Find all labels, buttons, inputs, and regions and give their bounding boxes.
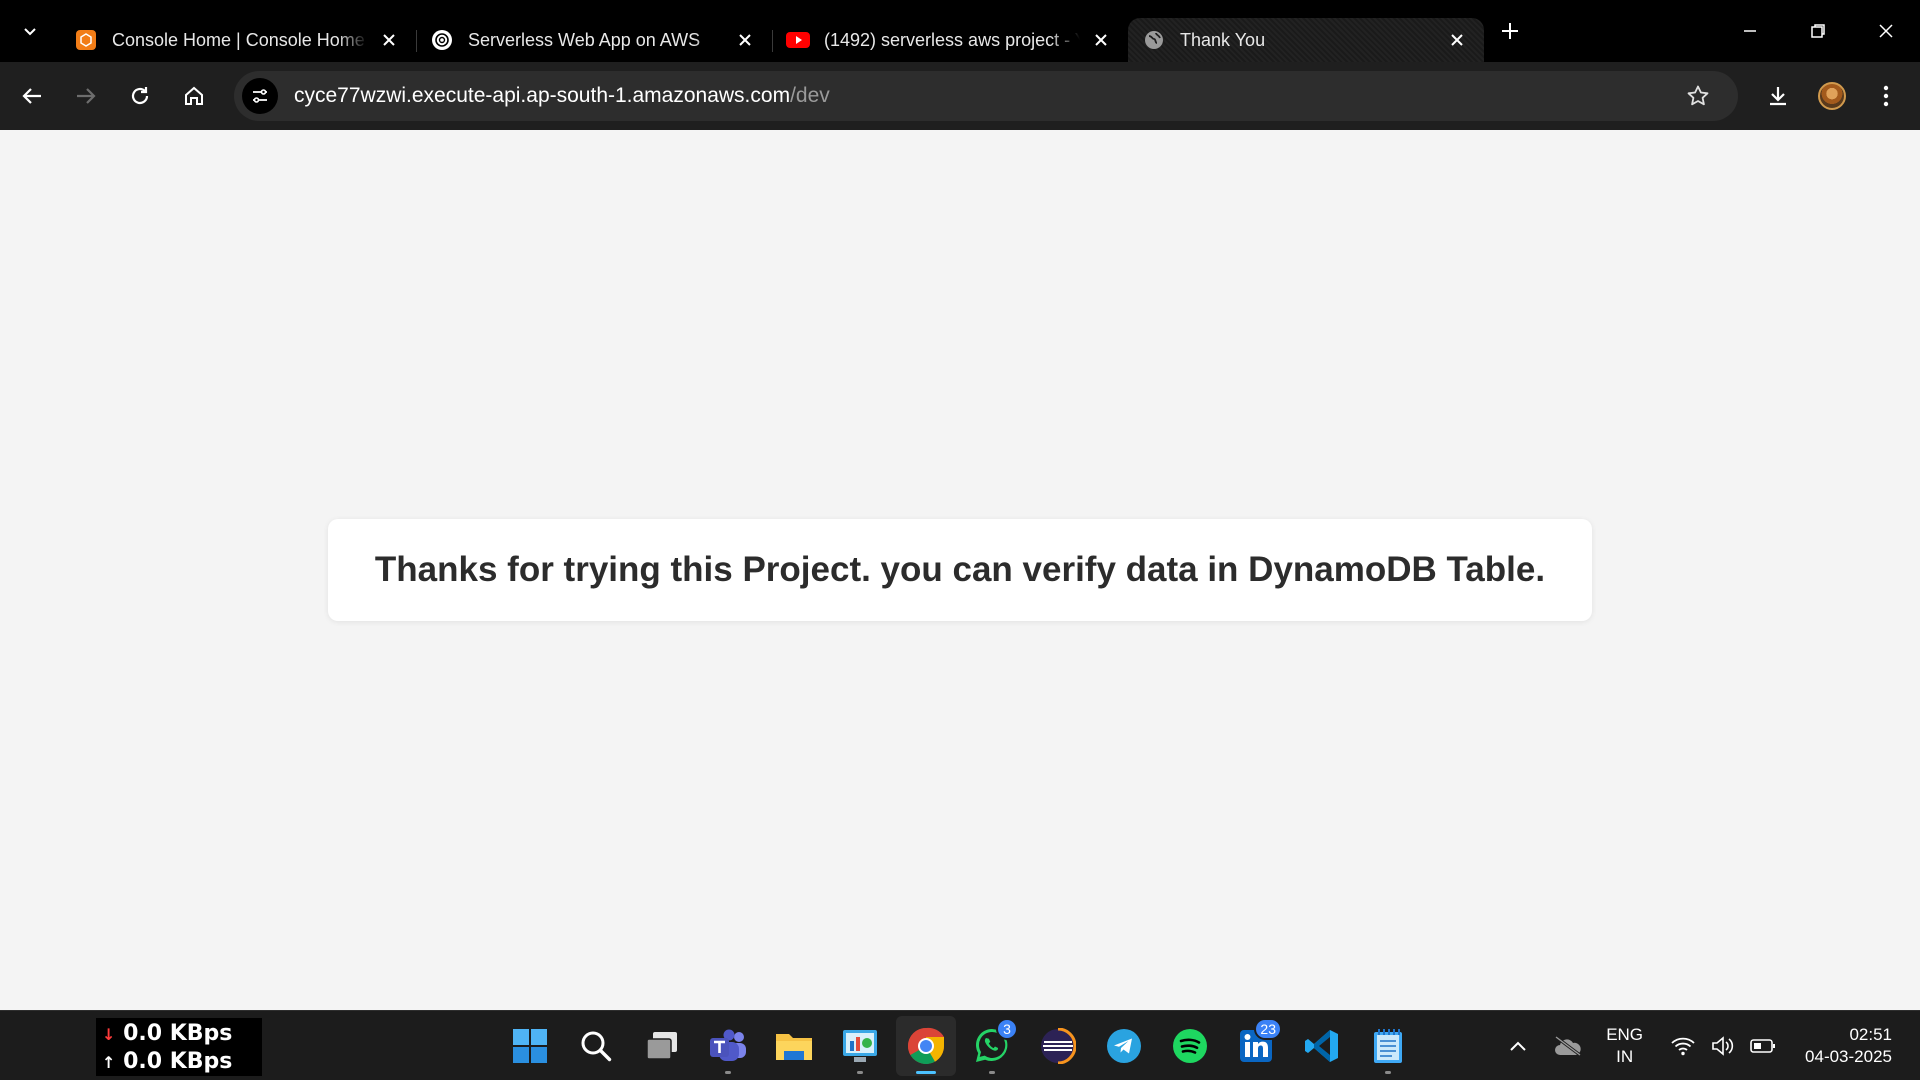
input-language-indicator[interactable]: ENG IN: [1606, 1024, 1643, 1068]
telegram-icon: [1107, 1029, 1141, 1063]
bookmark-star-icon[interactable]: [1684, 82, 1712, 110]
volume-icon[interactable]: [1705, 1028, 1741, 1064]
thank-you-message: Thanks for trying this Project. you can …: [374, 550, 1546, 589]
toolbar-right-actions: [1756, 62, 1920, 130]
notepad-app[interactable]: [1358, 1016, 1418, 1076]
search-button[interactable]: [566, 1016, 626, 1076]
spotify-app[interactable]: [1160, 1016, 1220, 1076]
control-panel-icon: [843, 1030, 877, 1062]
whatsapp-app[interactable]: 3: [962, 1016, 1022, 1076]
tab-close-icon[interactable]: [376, 27, 402, 53]
url-text[interactable]: cyce77wzwi.execute-api.ap-south-1.amazon…: [294, 84, 830, 108]
taskbar-apps: 3 23: [500, 1011, 1424, 1080]
new-tab-plus-icon[interactable]: [1492, 13, 1528, 49]
download-speed: ↓ 0.0 KBps: [102, 1020, 256, 1048]
window-controls: [1716, 0, 1920, 62]
vscode-icon: [1305, 1030, 1338, 1062]
running-indicator: [916, 1071, 936, 1074]
tab-title: Thank You: [1180, 29, 1266, 50]
kebab-menu-icon[interactable]: [1864, 74, 1908, 118]
tab-title: Console Home | Console Home: [112, 29, 365, 50]
browser-toolbar: cyce77wzwi.execute-api.ap-south-1.amazon…: [0, 62, 1920, 130]
upload-speed-value: 0.0 KBps: [123, 1049, 233, 1074]
task-view-icon: [646, 1032, 677, 1060]
url-path: /dev: [790, 84, 830, 107]
page-viewport: Thanks for trying this Project. you can …: [0, 130, 1920, 1010]
clock-date: 04-03-2025: [1805, 1047, 1892, 1066]
aws-console-icon: [74, 28, 98, 52]
system-tray: ENG IN 02:51 04-03-2025: [1498, 1011, 1920, 1080]
thank-you-card: Thanks for trying this Project. you can …: [328, 519, 1592, 621]
teams-icon: [710, 1029, 746, 1061]
network-speed-monitor: ↓ 0.0 KBps ↑ 0.0 KBps: [96, 1018, 262, 1076]
windows-taskbar: ↓ 0.0 KBps ↑ 0.0 KBps 3 23 ENG IN 02:51 …: [0, 1010, 1920, 1080]
reload-icon[interactable]: [120, 76, 160, 116]
battery-icon[interactable]: [1745, 1028, 1781, 1064]
youtube-icon: [786, 28, 810, 52]
clock-time: 02:51: [1849, 1025, 1892, 1044]
tab-search-chevron-icon[interactable]: [12, 13, 48, 49]
chrome-app[interactable]: [896, 1016, 956, 1076]
url-host: cyce77wzwi.execute-api.ap-south-1.amazon…: [294, 84, 791, 107]
upload-speed: ↑ 0.0 KBps: [102, 1048, 256, 1076]
tab-title: Serverless Web App on AWS: [468, 29, 701, 50]
running-indicator: [989, 1071, 995, 1074]
tab-console-home[interactable]: Console Home | Console Home: [60, 18, 417, 62]
region-code: IN: [1616, 1047, 1634, 1066]
linkedin-app[interactable]: 23: [1226, 1016, 1286, 1076]
tab-close-icon[interactable]: [1088, 27, 1114, 53]
profile-avatar[interactable]: [1810, 74, 1854, 118]
spotify-icon: [1173, 1029, 1207, 1063]
tab-title: (1492) serverless aws project - YouTube: [824, 29, 1080, 50]
eclipse-icon: [1041, 1028, 1076, 1064]
address-bar[interactable]: cyce77wzwi.execute-api.ap-south-1.amazon…: [234, 71, 1738, 121]
search-icon: [581, 1031, 612, 1062]
control-panel-app[interactable]: [830, 1016, 890, 1076]
forward-arrow-icon[interactable]: [66, 76, 106, 116]
clock[interactable]: 02:51 04-03-2025: [1805, 1024, 1892, 1068]
close-window-icon[interactable]: [1852, 0, 1920, 62]
down-arrow-icon: ↓: [102, 1025, 116, 1044]
tab-thank-you[interactable]: Thank You: [1128, 18, 1484, 62]
tab-list: Console Home | Console Home Serverless W…: [60, 0, 1484, 62]
restore-icon[interactable]: [1784, 0, 1852, 62]
task-view-button[interactable]: [632, 1016, 692, 1076]
download-speed-value: 0.0 KBps: [123, 1021, 233, 1046]
avatar: [1818, 82, 1846, 110]
tab-close-icon[interactable]: [732, 27, 758, 53]
tab-close-icon[interactable]: [1444, 27, 1470, 53]
vscode-app[interactable]: [1292, 1016, 1352, 1076]
back-arrow-icon[interactable]: [12, 76, 52, 116]
chatgpt-icon: [430, 28, 454, 52]
tab-strip: Console Home | Console Home Serverless W…: [0, 0, 1920, 62]
onedrive-offline-icon[interactable]: [1550, 1028, 1586, 1064]
show-hidden-icons-chevron-icon[interactable]: [1500, 1028, 1536, 1064]
file-explorer-app[interactable]: [764, 1016, 824, 1076]
globe-icon: [1142, 28, 1166, 52]
running-indicator: [857, 1071, 863, 1074]
running-indicator: [1385, 1071, 1391, 1074]
up-arrow-icon: ↑: [102, 1053, 116, 1072]
notepad-icon: [1374, 1029, 1402, 1063]
linkedin-notification-badge: 23: [1254, 1018, 1282, 1040]
wifi-icon[interactable]: [1665, 1028, 1701, 1064]
folder-icon: [776, 1034, 812, 1060]
download-icon[interactable]: [1756, 74, 1800, 118]
minimize-icon[interactable]: [1716, 0, 1784, 62]
eclipse-app[interactable]: [1028, 1016, 1088, 1076]
running-indicator: [725, 1071, 731, 1074]
windows-logo-icon: [513, 1029, 547, 1063]
whatsapp-unread-badge: 3: [996, 1018, 1018, 1040]
site-settings-icon[interactable]: [242, 78, 278, 114]
tab-youtube[interactable]: (1492) serverless aws project - YouTube: [772, 18, 1128, 62]
start-button[interactable]: [500, 1016, 560, 1076]
teams-app[interactable]: [698, 1016, 758, 1076]
chrome-icon: [907, 1027, 944, 1065]
telegram-app[interactable]: [1094, 1016, 1154, 1076]
tab-serverless-web-app[interactable]: Serverless Web App on AWS: [416, 18, 773, 62]
home-icon[interactable]: [174, 76, 214, 116]
language-code: ENG: [1606, 1025, 1644, 1044]
